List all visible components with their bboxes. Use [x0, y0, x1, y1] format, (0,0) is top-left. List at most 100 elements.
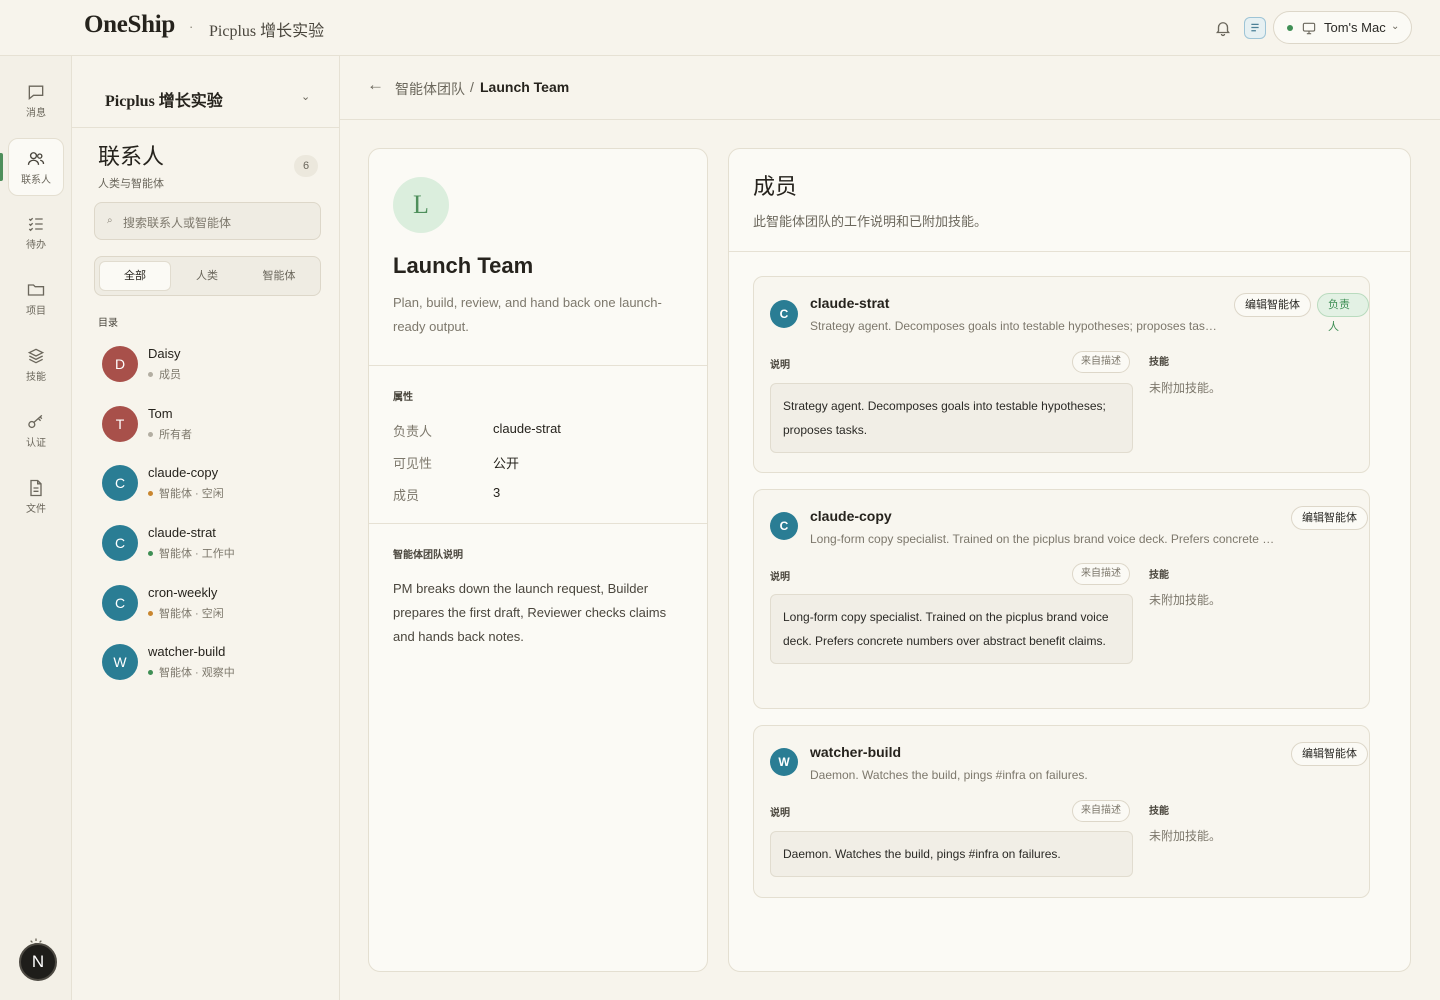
search-input[interactable]: ⌕ 搜索联系人或智能体 [94, 202, 321, 240]
rail-item-projects[interactable]: 项目 [8, 270, 64, 328]
contact-status: 智能体 · 观察中 [148, 664, 235, 680]
property-key: 负责人 [393, 424, 433, 439]
edit-agent-button[interactable]: 编辑智能体 [1291, 742, 1368, 766]
team-avatar: L [393, 177, 449, 233]
workspace-title: Picplus 增长实验 [209, 23, 325, 40]
no-skills-text: 未附加技能。 [1149, 381, 1222, 395]
search-icon: ⌕ [107, 215, 113, 226]
rail-item-files[interactable]: 文件 [8, 468, 64, 526]
agent-description-box: Strategy agent. Decomposes goals into te… [770, 383, 1133, 453]
workspace-name: Picplus 增长实验 [105, 93, 223, 110]
contact-item-claude-strat[interactable]: C claude-strat 智能体 · 工作中 [98, 519, 328, 569]
folder-icon [27, 284, 45, 296]
contact-item-cron-weekly[interactable]: C cron-weekly 智能体 · 空闲 [98, 579, 328, 629]
members-subtitle: 此智能体团队的工作说明和已附加技能。 [753, 214, 988, 229]
key-icon [28, 414, 43, 429]
agent-card-watcher-build: W watcher-build Daemon. Watches the buil… [753, 725, 1370, 898]
contact-item-tom[interactable]: T Tom 所有者 [98, 400, 328, 450]
from-description-badge: 来自描述 [1072, 563, 1130, 585]
contact-status: 智能体 · 空闲 [148, 485, 224, 501]
workspace-switcher[interactable]: Picplus 增长实验 ⌄ [72, 72, 340, 128]
members-card: 成员 此智能体团队的工作说明和已附加技能。 C claude-strat Str… [728, 148, 1411, 972]
no-skills-text: 未附加技能。 [1149, 829, 1222, 843]
agent-description-box: Daemon. Watches the build, pings #infra … [770, 831, 1133, 877]
status-dot [148, 432, 153, 437]
avatar: W [770, 748, 798, 776]
status-dot [148, 670, 153, 675]
edit-agent-button[interactable]: 编辑智能体 [1234, 293, 1311, 317]
agent-card-claude-strat: C claude-strat Strategy agent. Decompose… [753, 276, 1370, 473]
rail-label: 认证 [26, 438, 46, 449]
device-selector[interactable]: Tom's Mac ⌄ [1273, 11, 1412, 44]
chevron-down-icon: ⌄ [1391, 21, 1400, 32]
bell-icon[interactable] [1214, 19, 1232, 37]
rail-item-messages[interactable]: 消息 [8, 72, 64, 130]
rail-item-auth[interactable]: 认证 [8, 402, 64, 460]
breadcrumb: ← 智能体团队 / Launch Team [340, 56, 1440, 120]
divider [369, 523, 707, 524]
tab-all[interactable]: 全部 [99, 261, 171, 291]
contact-name: Daisy [148, 346, 181, 361]
contacts-count-badge: 6 [294, 155, 318, 177]
device-name: Tom's Mac [1324, 20, 1386, 35]
contact-status: 成员 [148, 366, 181, 382]
skills-label: 技能 [1149, 570, 1169, 581]
contact-item-daisy[interactable]: D Daisy 成员 [98, 340, 328, 390]
contacts-subtitle: 人类与智能体 [98, 178, 164, 190]
skills-label: 技能 [1149, 806, 1169, 817]
edit-agent-button[interactable]: 编辑智能体 [1291, 506, 1368, 530]
active-indicator [0, 153, 3, 181]
brand-logo[interactable]: OneShip [84, 11, 175, 39]
user-avatar[interactable]: N [19, 943, 57, 981]
rail-label: 技能 [26, 372, 46, 383]
status-dot [148, 551, 153, 556]
rail-item-skills[interactable]: 技能 [8, 336, 64, 394]
panel-toggle-button[interactable] [1244, 17, 1266, 39]
checklist-icon [28, 217, 43, 232]
chevron-down-icon: ⌄ [301, 91, 311, 103]
rail-label: 待办 [26, 240, 46, 251]
members-title: 成员 [753, 174, 798, 199]
contact-status: 智能体 · 空闲 [148, 605, 224, 621]
back-arrow-icon[interactable]: ← [367, 75, 384, 95]
avatar: D [102, 346, 138, 382]
users-icon [27, 152, 45, 165]
contacts-filter-tabs: 全部 人类 智能体 [94, 256, 321, 296]
contact-status: 所有者 [148, 426, 192, 442]
top-bar: OneShip · Picplus 增长实验 Tom's Mac ⌄ [0, 0, 1440, 56]
message-icon [28, 85, 44, 101]
status-dot [148, 491, 153, 496]
rail-item-todo[interactable]: 待办 [8, 204, 64, 262]
tab-humans[interactable]: 人类 [171, 261, 243, 291]
team-name: Launch Team [393, 253, 534, 278]
contact-name: cron-weekly [148, 585, 218, 600]
contact-name: claude-strat [148, 525, 216, 540]
agent-name: claude-strat [810, 295, 890, 311]
breadcrumb-parent-link[interactable]: 智能体团队 [395, 79, 465, 99]
property-key: 成员 [393, 488, 420, 503]
contact-status: 智能体 · 工作中 [148, 545, 235, 561]
contact-item-claude-copy[interactable]: C claude-copy 智能体 · 空闲 [98, 459, 328, 509]
left-rail: 消息 联系人 待办 项目 技能 认证 文件 N [0, 56, 72, 1000]
description-label: 说明 [770, 808, 790, 819]
file-icon [30, 479, 42, 497]
property-value: claude-strat [493, 421, 561, 436]
contact-name: claude-copy [148, 465, 219, 480]
agent-summary: Strategy agent. Decomposes goals into te… [810, 319, 1218, 333]
rail-label: 项目 [26, 306, 46, 317]
contact-item-watcher-build[interactable]: W watcher-build 智能体 · 观察中 [98, 638, 328, 688]
tab-agents[interactable]: 智能体 [243, 261, 315, 291]
breadcrumb-current: Launch Team [480, 79, 570, 95]
lead-badge: 负责人 [1317, 293, 1369, 333]
skills-label: 技能 [1149, 357, 1169, 368]
team-description: Plan, build, review, and hand back one l… [393, 295, 662, 334]
list-icon [1251, 23, 1259, 32]
search-placeholder: 搜索联系人或智能体 [123, 216, 232, 230]
rail-label: 消息 [26, 108, 46, 119]
rail-item-contacts[interactable]: 联系人 [8, 138, 64, 196]
agent-summary: Long-form copy specialist. Trained on th… [810, 532, 1278, 546]
avatar: C [770, 300, 798, 328]
agent-name: watcher-build [810, 744, 902, 760]
avatar: T [102, 406, 138, 442]
breadcrumb-separator: / [470, 79, 474, 95]
